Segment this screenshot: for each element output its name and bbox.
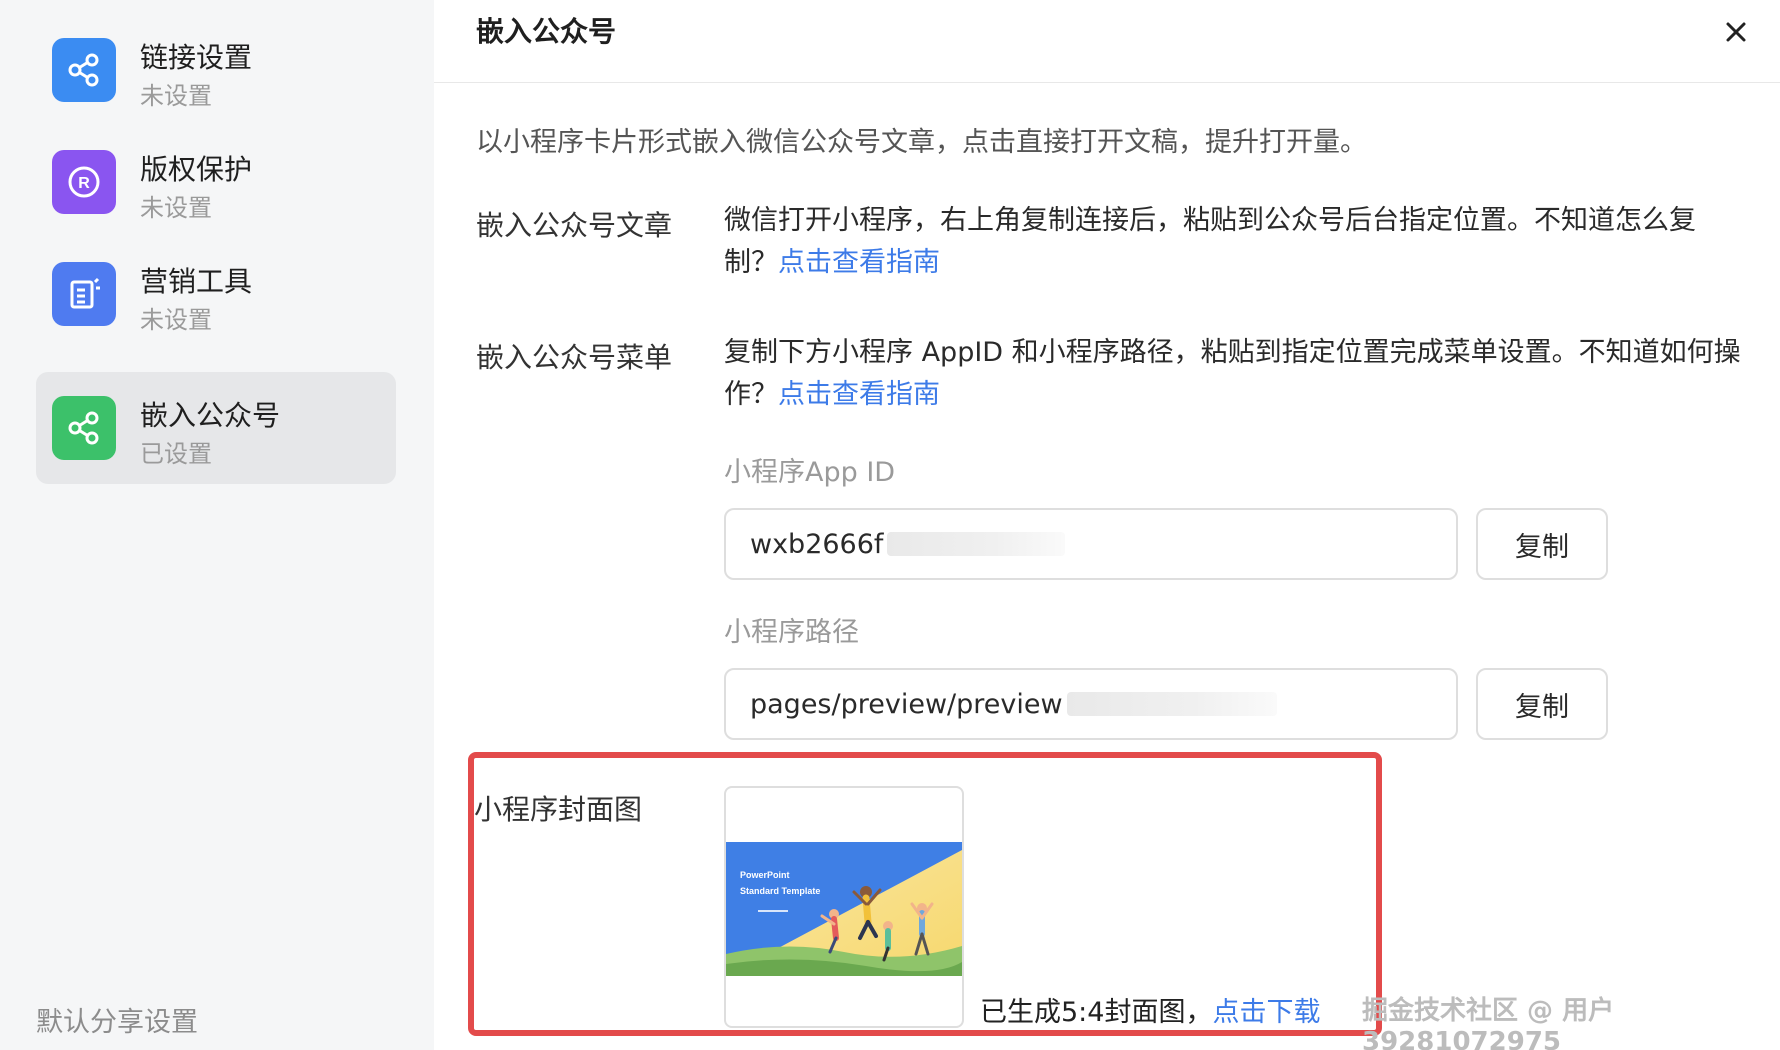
cover-thumbnail[interactable]: PowerPoint Standard Template	[724, 786, 964, 1028]
embed-article-label: 嵌入公众号文章	[476, 209, 673, 242]
sidebar-item-status: 未设置	[140, 194, 212, 222]
embed-article-description: 微信打开小程序，右上角复制连接后，粘贴到公众号后台指定位置。不知道怎么复制？点击…	[724, 200, 1744, 284]
article-guide-link[interactable]: 点击查看指南	[778, 247, 940, 278]
cover-label: 小程序封面图	[474, 793, 643, 826]
path-label: 小程序路径	[724, 617, 859, 648]
redacted-blur	[887, 532, 1066, 556]
download-cover-link[interactable]: 点击下载	[1212, 997, 1320, 1028]
sidebar-item-status: 已设置	[140, 440, 212, 468]
app-id-value: wxb2666f	[750, 528, 884, 560]
sidebar-item-status: 未设置	[140, 82, 212, 110]
cover-generated-note: 已生成5:4封面图，点击下载	[980, 990, 1320, 1029]
thumb-title-line1: PowerPoint	[740, 870, 790, 880]
cover-image: PowerPoint Standard Template	[726, 842, 962, 976]
close-icon[interactable]	[1718, 14, 1754, 50]
sidebar-item-title: 营销工具	[140, 265, 253, 298]
sidebar-item-embed-official-account[interactable]: 嵌入公众号 已设置	[36, 372, 396, 484]
registered-icon: R	[52, 150, 116, 214]
page-title: 嵌入公众号	[476, 15, 617, 48]
svg-text:R: R	[78, 175, 90, 192]
cover-note-text: 已生成5:4封面图，	[980, 997, 1213, 1028]
share-icon	[52, 396, 116, 460]
sidebar: 链接设置 未设置 R 版权保护 未设置 营销工具 未设置 嵌入公众号 已设置 默…	[0, 0, 434, 1050]
intro-text: 以小程序卡片形式嵌入微信公众号文章，点击直接打开文稿，提升打开量。	[476, 127, 1367, 158]
share-icon	[52, 38, 116, 102]
default-share-settings-link[interactable]: 默认分享设置	[36, 1000, 198, 1039]
marketing-icon	[52, 262, 116, 326]
embed-menu-label: 嵌入公众号菜单	[476, 341, 673, 374]
menu-guide-link[interactable]: 点击查看指南	[778, 379, 940, 410]
embed-menu-description: 复制下方小程序 AppID 和小程序路径，粘贴到指定位置完成菜单设置。不知道如何…	[724, 332, 1744, 416]
sidebar-item-title: 嵌入公众号	[140, 399, 281, 432]
sidebar-item-marketing[interactable]: 营销工具 未设置	[36, 238, 396, 350]
app-id-field[interactable]: wxb2666f	[724, 508, 1458, 580]
sidebar-item-copyright[interactable]: R 版权保护 未设置	[36, 126, 396, 238]
path-value: pages/preview/preview	[750, 688, 1063, 720]
copy-path-button[interactable]: 复制	[1476, 668, 1608, 740]
redacted-blur	[1066, 692, 1277, 716]
sidebar-item-title: 链接设置	[140, 41, 253, 74]
header-divider	[434, 82, 1780, 83]
watermark: 掘金技术社区 @ 用户39281072975	[1362, 996, 1615, 1050]
path-field[interactable]: pages/preview/preview	[724, 668, 1458, 740]
sidebar-item-link-settings[interactable]: 链接设置 未设置	[36, 14, 396, 126]
sidebar-item-status: 未设置	[140, 306, 212, 334]
thumb-title-line2: Standard Template	[740, 886, 820, 896]
copy-app-id-button[interactable]: 复制	[1476, 508, 1608, 580]
sidebar-item-title: 版权保护	[140, 153, 253, 186]
app-id-label: 小程序App ID	[724, 457, 896, 488]
